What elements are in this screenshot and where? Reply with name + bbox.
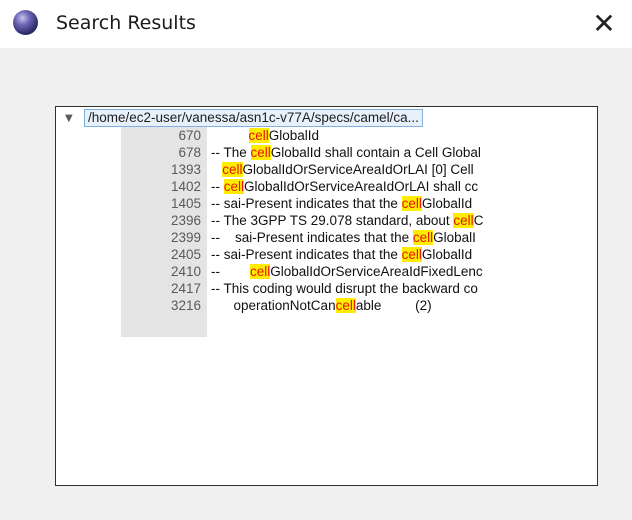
match-highlight: cell [401,196,422,211]
result-text-after: GlobalI [433,230,476,245]
result-text-after: GlobalId [421,247,473,262]
result-text: -- The 3GPP TS 29.078 standard, about ce… [207,212,483,229]
result-text-after: GlobalId [268,128,320,143]
search-result-row[interactable]: 2399 -- sai-Present indicates that the ce… [121,229,597,246]
match-highlight: cell [223,179,245,194]
match-highlight: cell [453,213,474,228]
result-text-before: -- sai-Present indicates that the [211,196,402,211]
match-highlight: cell [401,247,422,262]
result-text-before: operationNotCan [211,298,336,313]
result-text-before: -- The 3GPP TS 29.078 standard, about [211,213,454,228]
file-path[interactable]: /home/ec2-user/vanessa/asn1c-v77A/specs/… [84,109,423,127]
result-text: -- sai-Present indicates that the cellGl… [207,195,472,212]
match-highlight: cell [412,230,434,245]
close-button[interactable]: ✕ [586,6,622,40]
search-result-row[interactable]: 2396 -- The 3GPP TS 29.078 standard, abou… [121,212,597,229]
search-result-row[interactable]: 1405 -- sai-Present indicates that the ce… [121,195,597,212]
match-highlight: cell [248,128,269,143]
line-number: 1405 [170,196,201,211]
result-text: -- cellGlobalIdOrServiceAreaIdFixedLenc [207,263,483,280]
match-highlight: cell [250,264,271,279]
file-node[interactable]: ▼ /home/ec2-user/vanessa/asn1c-v77A/spec… [65,109,423,127]
result-text: cellGlobalIdOrServiceAreaIdOrLAI [0] Cel… [207,161,474,178]
result-list: 670 cellGlobalId 678 -- The cellGlobalId s… [121,127,597,314]
result-text-after: C [473,213,484,228]
line-number: 1393 [170,162,201,177]
result-text-before: -- This coding would disrupt the backwar… [211,281,478,296]
result-text: cellGlobalId [207,127,319,144]
line-number: 2396 [170,213,201,228]
result-text-after: GlobalIdOrServiceAreaIdFixedLenc [270,264,483,279]
title-bar: Search Results ✕ [0,0,632,48]
line-number: 670 [178,128,201,143]
result-text-before [211,162,222,177]
result-text: -- sai-Present indicates that the cellGl… [207,246,472,263]
line-number: 2410 [170,264,201,279]
result-text-after: GlobalId shall contain a Cell Global [270,145,481,160]
line-number: 2417 [170,281,201,296]
search-results-panel: ▼ /home/ec2-user/vanessa/asn1c-v77A/spec… [55,106,598,486]
search-result-row[interactable]: 3216 operationNotCancellable (2) [121,297,597,314]
search-result-row[interactable]: 2410 -- cellGlobalIdOrServiceAreaIdFixedL… [121,263,597,280]
result-text: -- cellGlobalIdOrServiceAreaIdOrLAI shal… [207,178,478,195]
result-text-after: GlobalIdOrServiceAreaIdOrLAI shall cc [244,179,479,194]
result-text-before: -- sai-Present indicates that the [211,247,402,262]
result-text-before [211,128,249,143]
result-text-after: GlobalId [421,196,473,211]
result-text: -- This coding would disrupt the backwar… [207,280,478,297]
result-text-after: GlobalIdOrServiceAreaIdOrLAI [0] Cell [242,162,474,177]
search-result-row[interactable]: 1402 -- cellGlobalIdOrServiceAreaIdOrLAI … [121,178,597,195]
result-text-before: -- [211,264,250,279]
line-number: 678 [178,145,201,160]
result-text: operationNotCancellable (2) [207,297,432,314]
line-number: 3216 [170,298,201,313]
window-title: Search Results [56,12,196,34]
result-text-after: able (2) [355,298,432,313]
search-result-row[interactable]: 2405 -- sai-Present indicates that the ce… [121,246,597,263]
result-text: -- The cellGlobalId shall contain a Cell… [207,144,481,161]
result-text-before: -- sai-Present indicates that the [211,230,413,245]
search-result-row[interactable]: 670 cellGlobalId [121,127,597,144]
result-text: -- sai-Present indicates that the cellGl… [207,229,476,246]
line-number: 1402 [170,179,201,194]
result-text-before: -- [211,179,224,194]
close-icon: ✕ [592,6,616,40]
expand-arrow-icon[interactable]: ▼ [65,113,77,124]
search-result-row[interactable]: 1393 cellGlobalIdOrServiceAreaIdOrLAI [0… [121,161,597,178]
eclipse-icon [13,10,38,35]
match-highlight: cell [222,162,243,177]
line-number: 2399 [170,230,201,245]
search-result-row[interactable]: 678 -- The cellGlobalId shall contain a C… [121,144,597,161]
line-number: 2405 [170,247,201,262]
match-highlight: cell [250,145,271,160]
result-text-before: -- The [211,145,251,160]
search-result-row[interactable]: 2417 -- This coding would disrupt the bac… [121,280,597,297]
match-highlight: cell [335,298,356,313]
